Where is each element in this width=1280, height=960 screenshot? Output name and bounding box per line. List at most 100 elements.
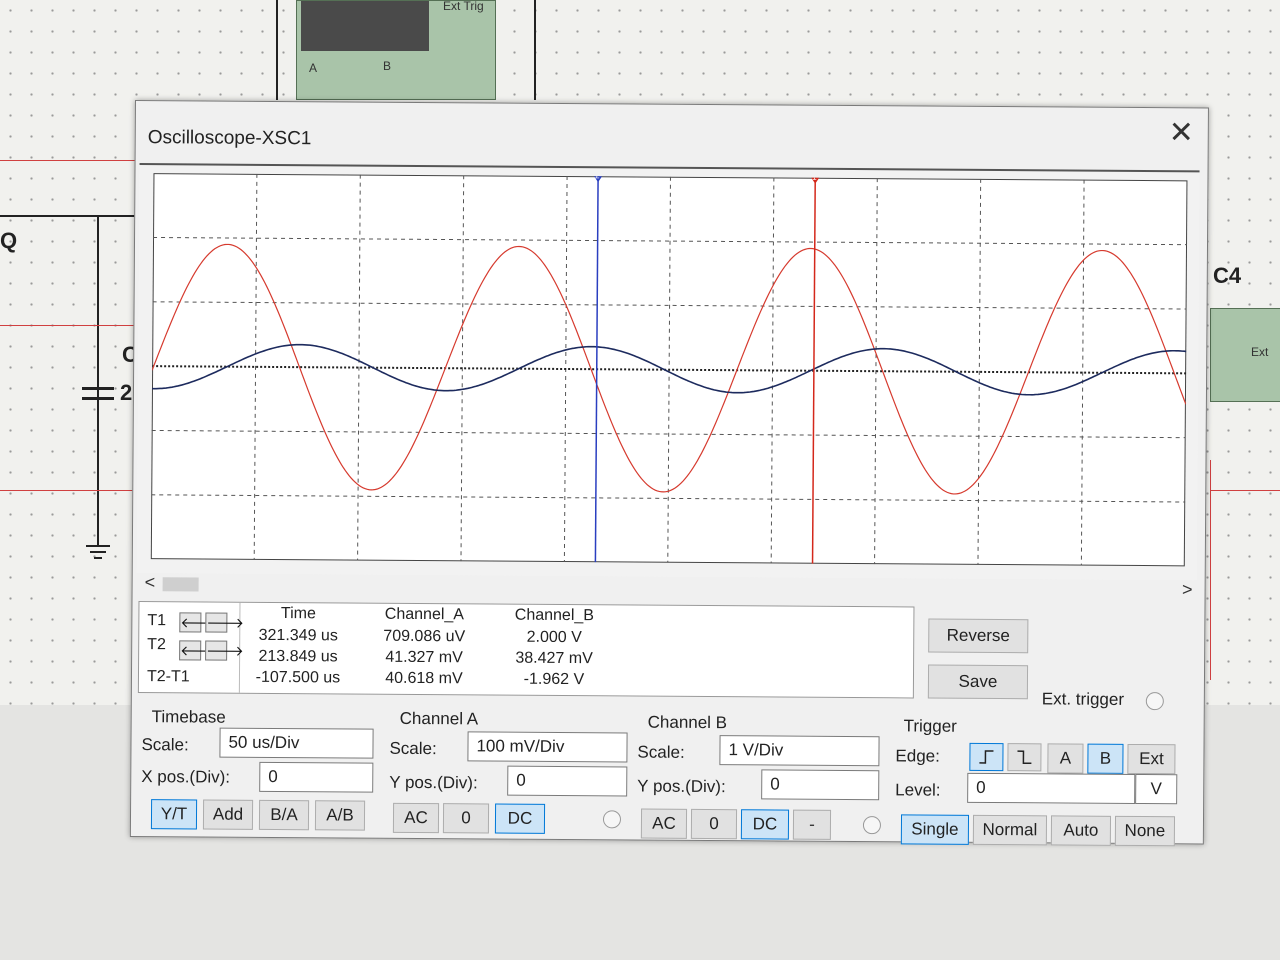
wire-red — [1210, 490, 1280, 491]
schematic-label-c4: C4 — [1213, 263, 1242, 288]
t2-t1-label: T2-T1 — [146, 668, 190, 686]
scope-plot: 12 — [150, 173, 1188, 567]
timebase-scale-label: Scale: — [141, 735, 189, 755]
instrument-screen — [301, 1, 429, 51]
edge-falling-icon[interactable] — [1007, 743, 1042, 772]
mode-b-over-a-button[interactable]: B/A — [258, 799, 310, 831]
window-title: Oscilloscope-XSC1 — [147, 127, 312, 150]
channel-a-ac-button[interactable]: AC — [392, 802, 440, 834]
scope-display: 12 — [136, 163, 1200, 581]
t2-label: T2 — [147, 636, 166, 654]
mode-yt-button[interactable]: Y/T — [150, 799, 198, 830]
channel-b-ac-button[interactable]: AC — [640, 808, 688, 839]
t1-channel-b: 2.000 V — [526, 628, 582, 647]
scroll-thumb[interactable] — [162, 577, 199, 592]
channel-a-scale-field[interactable]: 100 mV/Div — [467, 731, 628, 763]
readout-header-time: Time — [280, 605, 316, 623]
oscilloscope-instrument-icon-right[interactable]: Ext — [1210, 308, 1280, 402]
channel-b-title: Channel B — [647, 712, 728, 733]
channel-b-zero-button[interactable]: 0 — [690, 808, 738, 840]
t2-right-arrow-icon[interactable]: 🡒 — [205, 640, 244, 661]
channel-a-scale-label: Scale: — [389, 738, 437, 759]
trigger-edge-label: Edge: — [895, 746, 940, 766]
save-button[interactable]: Save — [927, 664, 1029, 700]
edge-rising-icon[interactable] — [969, 742, 1004, 772]
wire-red — [0, 490, 135, 491]
t2-left-arrow-icon[interactable]: 🡐 — [179, 640, 218, 661]
t2-channel-b: 38.427 mV — [515, 649, 593, 668]
cursor-t1-label: 1 — [812, 173, 817, 182]
channel-b-ypos-label: Y pos.(Div): — [637, 776, 726, 797]
wire — [534, 0, 536, 100]
readout-header-channel-a: Channel_A — [384, 605, 465, 624]
wire — [276, 0, 278, 100]
scroll-right-arrow-icon[interactable]: > — [1182, 579, 1193, 600]
channel-a-dc-button[interactable]: DC — [494, 803, 546, 834]
channel-b-scale-field[interactable]: 1 V/Div — [719, 735, 880, 767]
mode-a-over-b-button[interactable]: A/B — [314, 800, 366, 831]
t2-t1-time: -107.500 us — [255, 668, 341, 687]
ground-symbol — [90, 551, 106, 553]
timebase-xpos-label: X pos.(Div): — [141, 767, 231, 787]
channel-a-radio[interactable] — [602, 810, 622, 829]
trigger-level-label: Level: — [895, 780, 941, 800]
trigger-source-a-button[interactable]: A — [1047, 743, 1084, 774]
trigger-source-ext-button[interactable]: Ext — [1127, 743, 1176, 775]
trigger-title: Trigger — [903, 716, 957, 736]
ground-symbol — [86, 545, 110, 547]
channel-a-title: Channel A — [399, 708, 479, 729]
t2-t1-channel-a: 40.618 mV — [385, 669, 463, 688]
cursor-t2-label: 2 — [595, 173, 600, 180]
trigger-source-b-button[interactable]: B — [1087, 743, 1124, 774]
channel-b-scale-label: Scale: — [637, 742, 685, 762]
ext-trigger-label: Ext. trigger — [1041, 689, 1125, 709]
trigger-normal-button[interactable]: Normal — [972, 814, 1048, 846]
falling-edge-icon — [1017, 750, 1032, 765]
channel-a-ypos-field[interactable]: 0 — [507, 765, 628, 797]
timebase-scale-field[interactable]: 50 us/Div — [219, 727, 374, 759]
instrument-a-label: A — [309, 61, 318, 75]
t1-label: T1 — [147, 612, 167, 630]
capacitor-plate — [82, 397, 114, 400]
close-icon[interactable]: ✕ — [1169, 116, 1194, 149]
trigger-level-unit: V — [1135, 773, 1178, 805]
wire-red — [0, 160, 135, 161]
cursor-readout-panel: T1 T2 T2-T1 🡐 🡒 🡐 🡒 Time Channel_A Chann… — [137, 601, 915, 699]
oscilloscope-window: Oscilloscope-XSC1 ✕ 12 < > T1 T2 T2-T1 🡐… — [129, 100, 1209, 847]
oscilloscope-instrument-icon[interactable]: Ext Trig A B — [296, 0, 496, 100]
channel-b-ypos-field[interactable]: 0 — [761, 769, 880, 801]
t1-channel-a: 709.086 uV — [383, 627, 466, 646]
schematic-label: 2 — [120, 380, 133, 405]
channel-b-radio[interactable] — [862, 816, 882, 835]
ext-trigger-radio[interactable] — [1145, 692, 1164, 711]
readout-header-channel-b: Channel_B — [514, 606, 595, 625]
capacitor-plate — [82, 387, 114, 390]
channel-b-invert-button[interactable]: - — [792, 809, 832, 840]
channel-a-zero-button[interactable]: 0 — [442, 803, 490, 834]
trigger-single-button[interactable]: Single — [900, 814, 970, 845]
reverse-button[interactable]: Reverse — [928, 618, 1029, 654]
scroll-left-arrow-icon[interactable]: < — [145, 572, 156, 593]
t1-left-arrow-icon[interactable]: 🡐 — [179, 612, 218, 633]
trigger-level-field[interactable]: 0 — [967, 772, 1136, 804]
t2-channel-a: 41.327 mV — [385, 648, 463, 667]
channel-a-ypos-label: Y pos.(Div): — [389, 772, 478, 793]
wire-red — [0, 325, 135, 326]
t1-time: 321.349 us — [258, 626, 338, 645]
ground-symbol — [94, 557, 102, 559]
trigger-none-button[interactable]: None — [1114, 815, 1176, 847]
wire — [0, 215, 135, 217]
wire-red — [1210, 460, 1211, 680]
instrument-ext-trig-label: Ext Trig — [443, 0, 484, 13]
channel-b-dc-button[interactable]: DC — [740, 809, 790, 840]
wire — [97, 215, 99, 545]
timebase-xpos-field[interactable]: 0 — [259, 761, 374, 793]
mode-add-button[interactable]: Add — [202, 799, 254, 830]
t1-right-arrow-icon[interactable]: 🡒 — [205, 612, 244, 633]
schematic-label: Q — [0, 228, 18, 253]
rising-edge-icon — [979, 750, 994, 764]
instrument-b-label: B — [383, 59, 392, 73]
trigger-auto-button[interactable]: Auto — [1050, 815, 1112, 846]
instrument-ext-label: Ext — [1251, 345, 1269, 359]
t2-t1-channel-b: -1.962 V — [523, 670, 585, 689]
